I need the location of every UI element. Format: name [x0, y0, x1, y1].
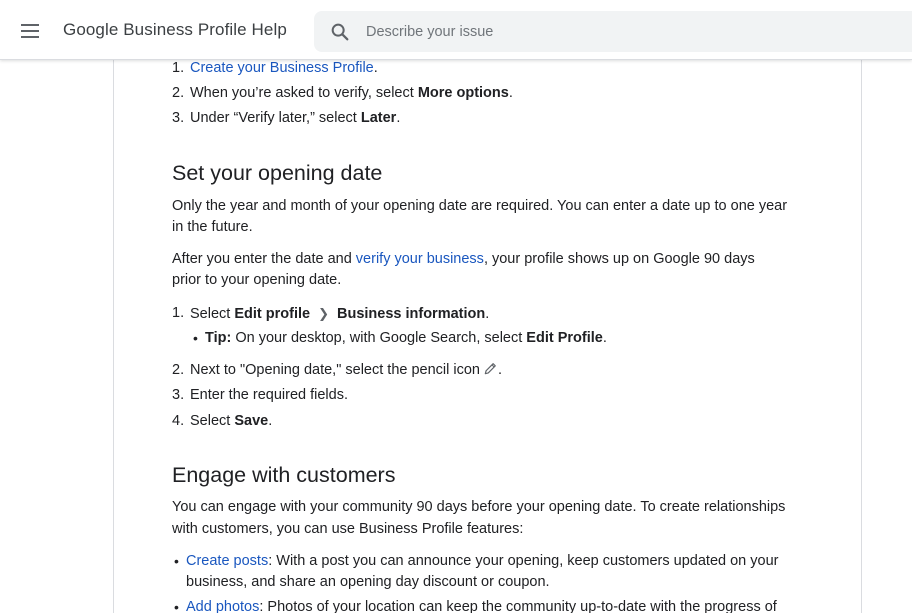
- list-item: Next to "Opening date," select the penci…: [190, 362, 503, 378]
- step-number: 4.: [172, 413, 185, 429]
- step-number: 2.: [172, 85, 185, 101]
- help-center-title[interactable]: Google Business Profile Help: [63, 20, 287, 40]
- paragraph-line: Only the year and month of your opening …: [172, 198, 788, 214]
- create-business-profile-link[interactable]: Create your Business Profile: [190, 60, 374, 76]
- tip-item: Tip: On your desktop, with Google Search…: [205, 330, 607, 346]
- step-number: 1.: [172, 60, 185, 76]
- menu-button[interactable]: [14, 15, 46, 47]
- pencil-icon: [484, 363, 496, 375]
- list-item: Under “Verify later,” select Later.: [190, 110, 401, 126]
- section-heading-engage: Engage with customers: [172, 463, 396, 487]
- list-item: Add photos: Photos of your location can …: [186, 599, 777, 613]
- bullet-dot: •: [174, 553, 179, 569]
- list-item: Select Save.: [190, 413, 273, 429]
- search-icon[interactable]: [329, 21, 351, 43]
- step-number: 1.: [172, 305, 185, 321]
- list-item: Enter the required fields.: [190, 387, 348, 403]
- paragraph-line: business, and share an opening day disco…: [186, 574, 550, 590]
- paragraph-line: You can engage with your community 90 da…: [172, 499, 786, 515]
- list-item: Create posts: With a post you can announ…: [186, 553, 779, 569]
- paragraph-line: with customers, you can use Business Pro…: [172, 521, 524, 537]
- list-item: Select Edit profile ❯ Business information…: [190, 303, 489, 325]
- search-bar[interactable]: [314, 11, 912, 52]
- paragraph-line: prior to your opening date.: [172, 272, 342, 288]
- list-item: Create your Business Profile.: [190, 60, 378, 76]
- bullet-dot: •: [193, 330, 198, 346]
- section-heading-opening-date: Set your opening date: [172, 161, 383, 185]
- chevron-right-icon: ❯: [318, 306, 329, 321]
- create-posts-link[interactable]: Create posts: [186, 553, 268, 569]
- article-content: 1. Create your Business Profile. 2. When…: [113, 60, 862, 613]
- add-photos-link[interactable]: Add photos: [186, 599, 259, 613]
- menu-icon: [21, 24, 39, 38]
- verify-your-business-link[interactable]: verify your business: [356, 251, 484, 267]
- step-number: 2.: [172, 362, 185, 378]
- step-number: 3.: [172, 110, 185, 126]
- step-number: 3.: [172, 387, 185, 403]
- list-item: When you’re asked to verify, select More…: [190, 85, 513, 101]
- paragraph-line: in the future.: [172, 219, 253, 235]
- bullet-dot: •: [174, 599, 179, 613]
- search-input[interactable]: [364, 11, 894, 52]
- top-app-bar: Google Business Profile Help: [0, 0, 912, 60]
- paragraph-line: After you enter the date and verify your…: [172, 251, 755, 267]
